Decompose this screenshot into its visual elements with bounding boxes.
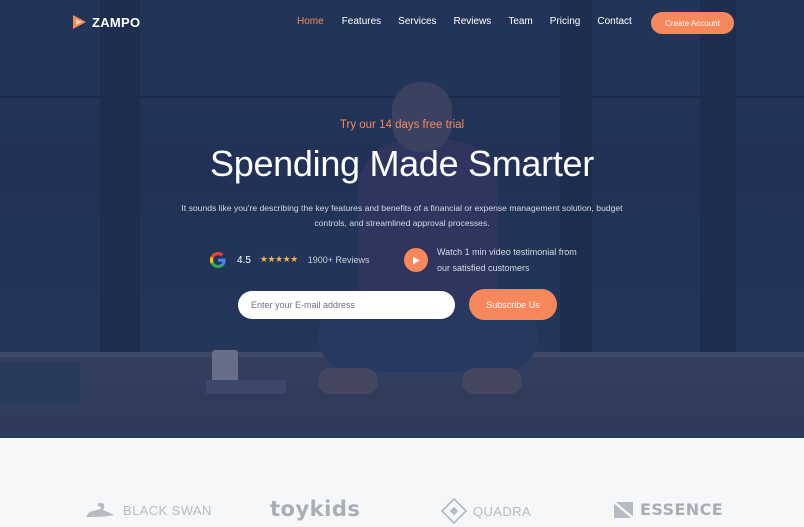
- play-icon: [413, 256, 420, 264]
- diamond-icon: [441, 498, 467, 524]
- rating-value: 4.5: [237, 254, 251, 266]
- nav-contact[interactable]: Contact: [597, 16, 631, 27]
- brand-name: ZAMPO: [92, 14, 141, 30]
- create-account-button[interactable]: Create Account: [651, 12, 734, 34]
- trial-eyebrow: Try our 14 days free trial: [339, 119, 465, 131]
- nav-reviews[interactable]: Reviews: [454, 16, 492, 27]
- hero-description: It sounds like you're describing the key…: [181, 203, 623, 228]
- play-video-button[interactable]: [404, 248, 428, 272]
- logo-icon: [73, 15, 86, 29]
- review-count: 1900+ Reviews: [307, 255, 370, 265]
- nav-team[interactable]: Team: [508, 16, 532, 27]
- partner-name: BLACK SWAN: [123, 502, 212, 518]
- rating-stars-icon: ★★★★★: [259, 255, 298, 265]
- partner-essence: ESSENCE: [614, 500, 723, 519]
- hero-title: Spending Made Smarter: [210, 143, 594, 184]
- video-text-line2: our satisfied customers: [437, 262, 530, 273]
- nav-home[interactable]: Home: [297, 16, 324, 27]
- brand-logo[interactable]: ZAMPO: [72, 14, 140, 30]
- partner-name: toykids: [270, 497, 361, 521]
- essence-icon: [614, 500, 634, 519]
- nav-services[interactable]: Services: [398, 16, 436, 27]
- nav-pricing[interactable]: Pricing: [550, 16, 581, 27]
- partner-black-swan: BLACK SWAN: [84, 501, 212, 519]
- swan-icon: [86, 502, 114, 517]
- main-menu: Home Features Services Reviews Team Pric…: [297, 16, 632, 27]
- email-input[interactable]: [238, 291, 455, 319]
- video-text-line1: Watch 1 min video testimonial from: [437, 247, 577, 257]
- hero-section: ZAMPO Home Features Services Reviews Tea…: [0, 0, 804, 438]
- partner-name: ESSENCE: [640, 500, 724, 519]
- partner-quadra: QUADRA: [441, 498, 531, 524]
- top-navbar: ZAMPO Home Features Services Reviews Tea…: [0, 0, 804, 46]
- partner-toykids: toykids: [270, 497, 360, 521]
- rating-block: 4.5 ★★★★★ 1900+ Reviews: [208, 250, 370, 270]
- google-icon: [210, 252, 226, 268]
- nav-features[interactable]: Features: [342, 16, 381, 27]
- video-testimonial-text[interactable]: Watch 1 min video testimonial from our s…: [437, 245, 607, 276]
- subscribe-button[interactable]: Subscribe Us: [469, 289, 557, 320]
- partner-name: QUADRA: [473, 503, 532, 519]
